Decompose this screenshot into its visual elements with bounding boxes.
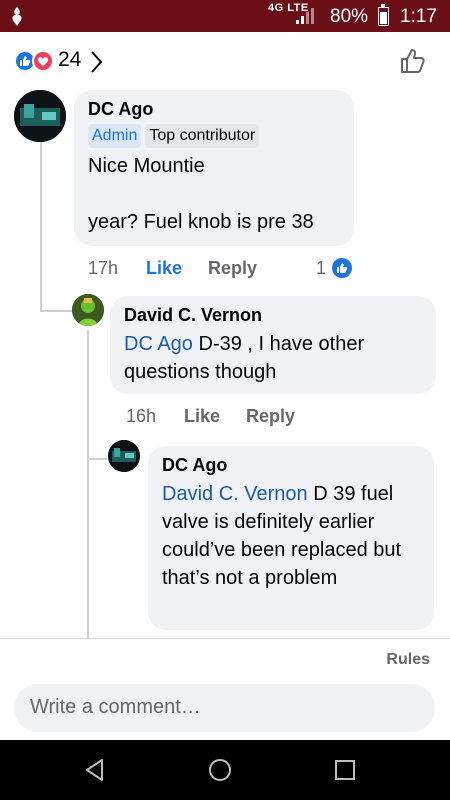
comment-bubble[interactable]: DC Ago Admin Top contributor Nice Mountie… — [74, 90, 354, 246]
status-bar: 4G LTE 80% 1:17 — [0, 0, 450, 32]
comment-bubble[interactable]: DC Ago David C. Vernon D 39 fuel valve i… — [148, 446, 434, 630]
admin-badge: Admin — [88, 124, 142, 148]
clock: 1:17 — [400, 6, 437, 27]
system-nav-bar — [0, 740, 450, 800]
comment-actions: 17h Like Reply 1 — [88, 258, 368, 280]
like-button-icon[interactable] — [398, 46, 428, 76]
reply-link[interactable]: Reply — [208, 258, 257, 279]
like-link[interactable]: Like — [184, 406, 220, 427]
like-link[interactable]: Like — [146, 258, 182, 279]
battery-icon — [378, 4, 389, 26]
love-reaction-icon — [32, 50, 54, 72]
comment-text: David C. Vernon D 39 fuel valve is defin… — [162, 483, 402, 589]
app-logo-icon — [12, 7, 22, 26]
back-icon[interactable] — [84, 758, 106, 782]
comment-bubble[interactable]: David C. Vernon DC Ago D-39 , I have oth… — [110, 296, 436, 394]
reactions-header: 24 — [0, 32, 450, 90]
thread-line-curve — [87, 458, 107, 460]
recents-icon[interactable] — [334, 758, 356, 782]
comment-author[interactable]: David C. Vernon — [124, 304, 422, 326]
mention-link[interactable]: DC Ago — [124, 333, 193, 355]
comment-input[interactable]: Write a comment… — [14, 684, 435, 732]
comment-text: DC Ago D-39 , I have other questions tho… — [124, 333, 365, 383]
signal-icon — [296, 8, 314, 24]
battery-percent: 80% — [330, 6, 369, 27]
comment-text: Nice Mountie year? Fuel knob is pre 38 — [88, 155, 314, 233]
author-badges: Admin Top contributor — [88, 124, 340, 148]
comment-author[interactable]: DC Ago — [162, 454, 420, 476]
comment-timestamp: 16h — [126, 406, 157, 426]
avatar[interactable] — [72, 294, 104, 326]
thread-line-curve — [40, 310, 72, 312]
thread-line — [87, 330, 89, 638]
rules-bar: Rules — [0, 638, 450, 676]
chevron-right-icon[interactable] — [90, 50, 104, 74]
thread-line — [40, 140, 42, 312]
mention-link[interactable]: David C. Vernon — [162, 483, 308, 505]
rules-link[interactable]: Rules — [386, 651, 430, 669]
like-reaction-icon — [332, 258, 352, 278]
comment-timestamp: 17h — [88, 258, 119, 278]
comment-actions: 16h Like Reply — [126, 406, 366, 428]
reaction-count[interactable]: 24 — [58, 48, 81, 72]
comment-reaction-count[interactable]: 1 — [316, 258, 326, 279]
reply-link[interactable]: Reply — [246, 406, 295, 427]
comment-thread: DC Ago Admin Top contributor Nice Mountie… — [0, 90, 450, 638]
avatar[interactable] — [14, 90, 66, 142]
top-contributor-badge: Top contributor — [145, 124, 260, 148]
home-icon[interactable] — [208, 758, 232, 782]
avatar[interactable] — [108, 440, 140, 472]
comment-author[interactable]: DC Ago — [88, 98, 340, 120]
